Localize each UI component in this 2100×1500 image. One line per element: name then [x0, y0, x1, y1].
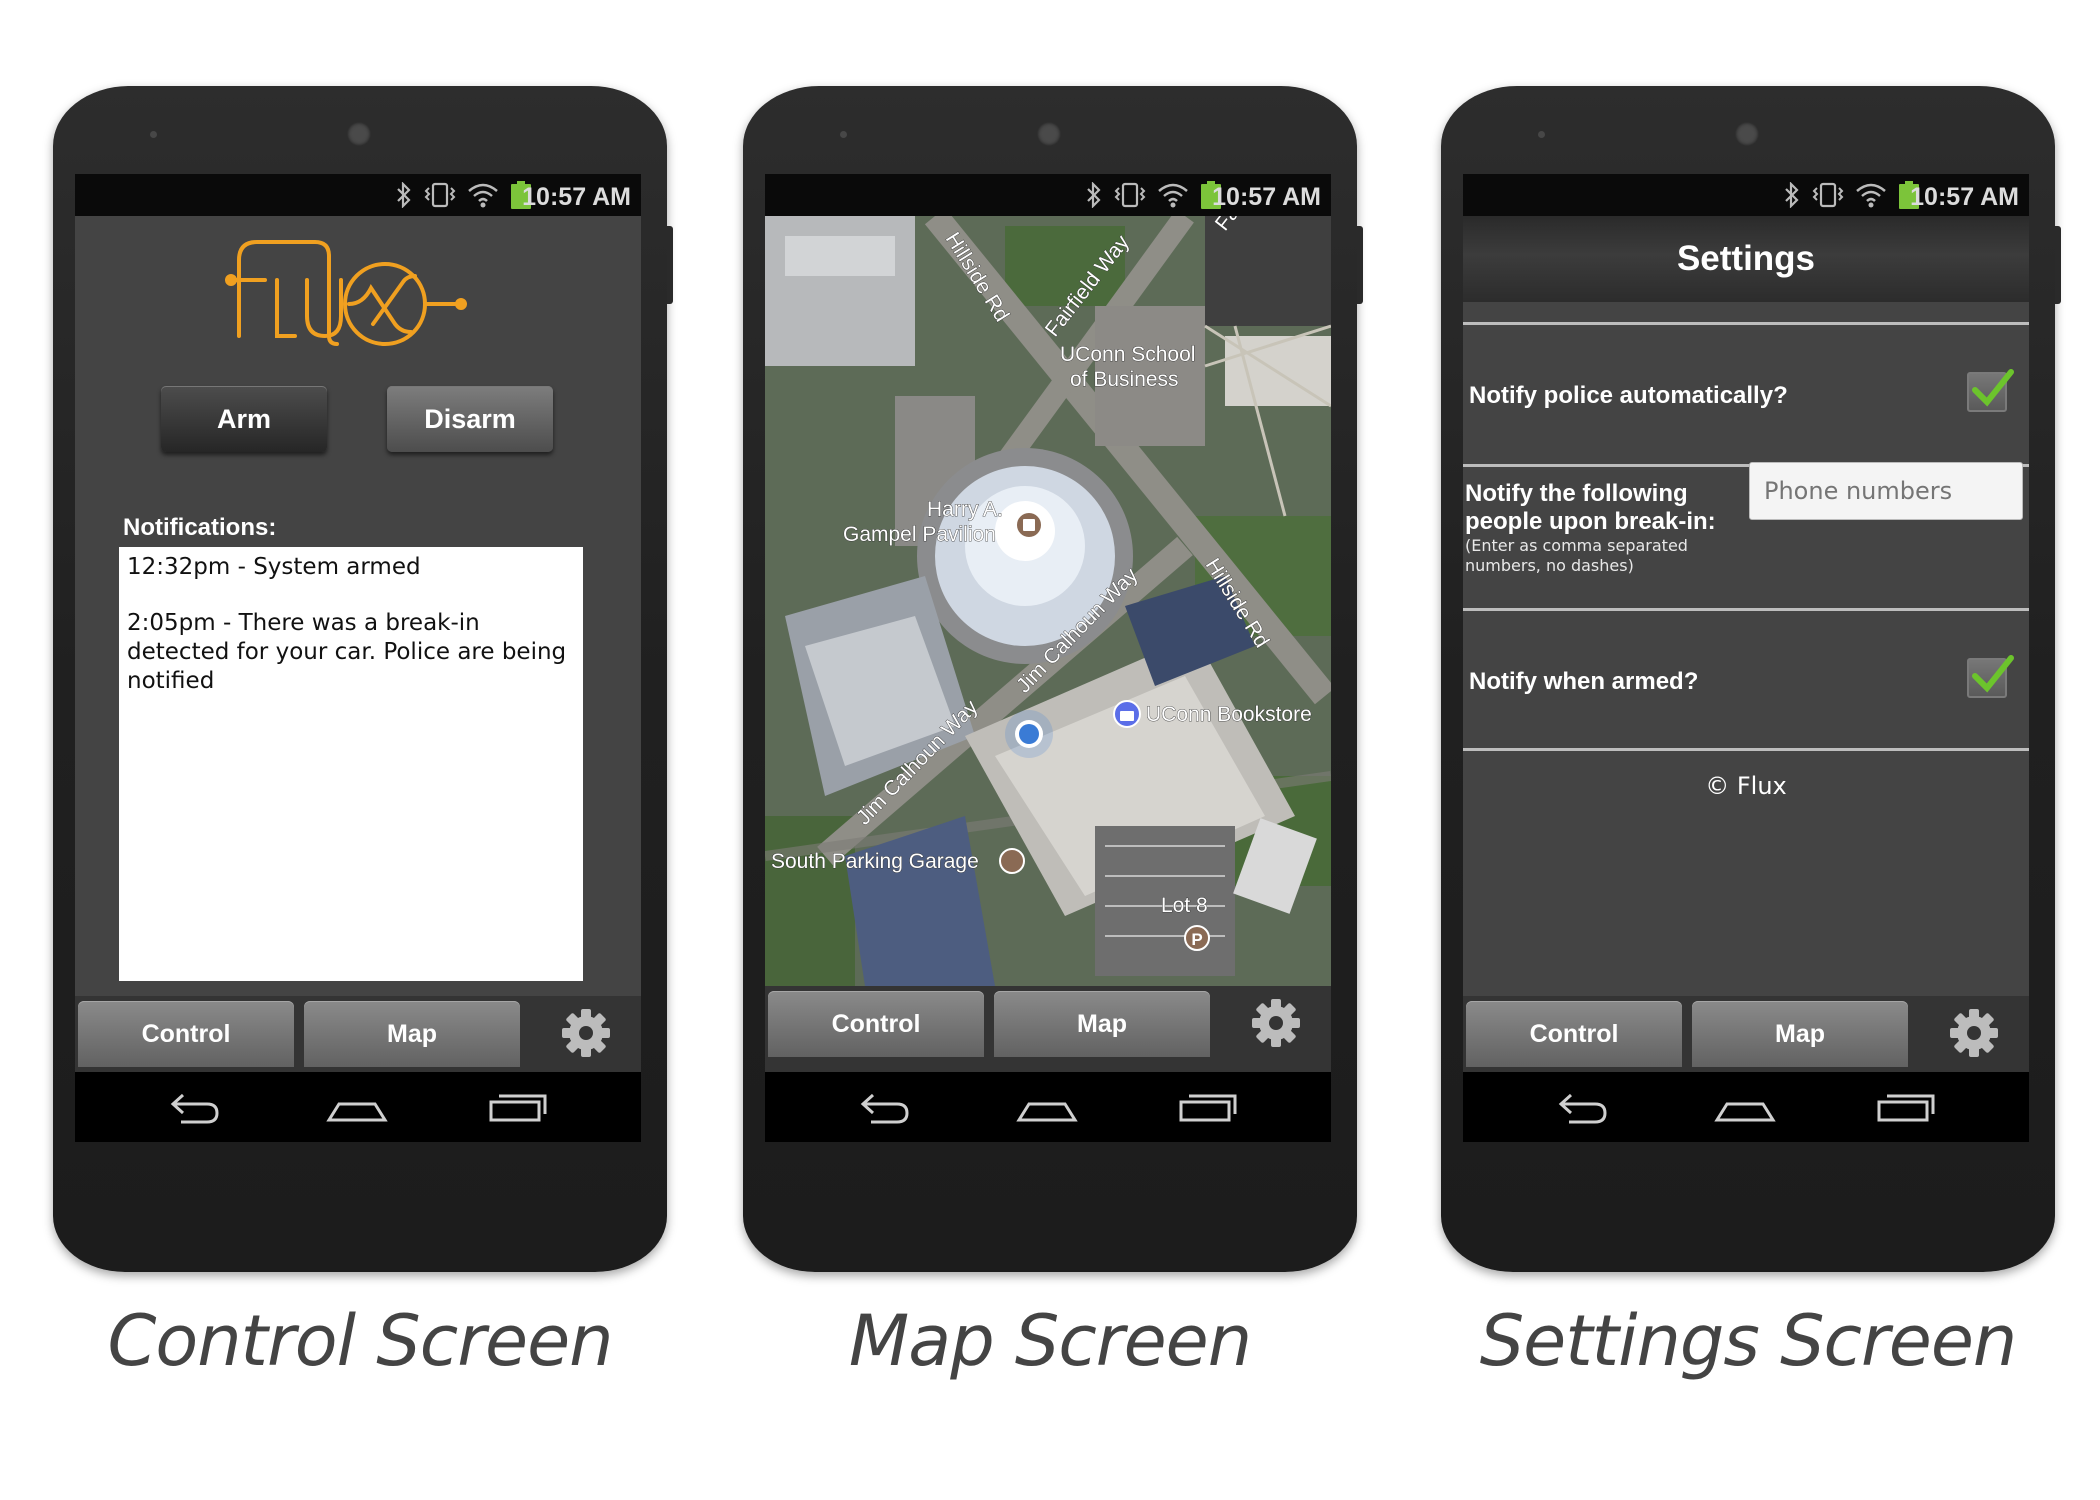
- bottom-tab-bar: Control Map: [75, 996, 641, 1072]
- parking-marker: P: [1191, 930, 1202, 949]
- tab-map[interactable]: Map: [304, 1001, 520, 1067]
- clock: 10:57 AM: [1212, 183, 1321, 211]
- divider: [1463, 748, 2029, 751]
- bluetooth-icon: [397, 182, 411, 208]
- recents-icon[interactable]: [487, 1084, 551, 1128]
- vibrate-icon: [1812, 182, 1844, 208]
- flux-logo: [225, 240, 467, 346]
- notify-people-hint: (Enter as comma separated numbers, no da…: [1465, 536, 1688, 575]
- location-dot-icon: [1019, 724, 1039, 744]
- map-label-school-line2: of Business: [1070, 368, 1179, 391]
- status-bar: 10:57 AM: [75, 174, 641, 216]
- map-screen: 10:57 AM P Hillside Rd Fairfield Way Fa …: [765, 174, 1331, 1142]
- status-bar: 10:57 AM: [765, 174, 1331, 216]
- front-camera: [1037, 122, 1061, 146]
- divider: [1463, 322, 2029, 325]
- tab-control[interactable]: Control: [78, 1001, 294, 1067]
- gear-icon[interactable]: [1947, 1006, 2001, 1060]
- disarm-button[interactable]: Disarm: [387, 386, 553, 452]
- map-label-school-line1: UConn School: [1060, 343, 1195, 366]
- front-camera: [347, 122, 371, 146]
- map-label-parking-garage: South Parking Garage: [771, 850, 979, 873]
- recents-icon[interactable]: [1875, 1084, 1939, 1128]
- notify-police-checkbox[interactable]: [1967, 369, 2014, 412]
- gear-icon[interactable]: [559, 1006, 613, 1060]
- tab-map[interactable]: Map: [994, 991, 1210, 1057]
- vibrate-icon: [1114, 182, 1146, 208]
- checkmark-icon: [1972, 369, 2014, 407]
- front-camera: [1735, 122, 1759, 146]
- system-nav-bar: [1463, 1072, 2029, 1142]
- sensor-dot: [1538, 131, 1545, 138]
- phone-control: 10:57 AM Arm Disarm Notifications: 12:32…: [53, 86, 673, 1272]
- tab-control[interactable]: Control: [1466, 1001, 1682, 1067]
- wifi-icon: [1158, 183, 1188, 208]
- notify-armed-checkbox[interactable]: [1967, 655, 2014, 698]
- sensor-dot: [840, 131, 847, 138]
- bottom-tab-bar: Control Map: [765, 986, 1331, 1072]
- phone-numbers-input[interactable]: [1749, 462, 2023, 520]
- recents-icon[interactable]: [1177, 1084, 1241, 1128]
- divider: [1463, 608, 2029, 611]
- phone-map: 10:57 AM P Hillside Rd Fairfield Way Fa …: [743, 86, 1363, 1272]
- caption-settings: Settings Screen: [1479, 1300, 2018, 1382]
- bluetooth-icon: [1087, 182, 1101, 208]
- tab-control[interactable]: Control: [768, 991, 984, 1057]
- caption-control: Control Screen: [107, 1300, 613, 1382]
- power-button: [667, 226, 673, 304]
- home-icon[interactable]: [1015, 1084, 1079, 1128]
- map-label-lot: Lot 8: [1161, 894, 1208, 917]
- caption-map: Map Screen: [848, 1300, 1252, 1382]
- back-icon[interactable]: [1551, 1084, 1611, 1128]
- wifi-icon: [1856, 183, 1886, 208]
- map-label-pavilion-line2: Gampel Pavilion: [843, 523, 996, 546]
- phone-settings: 10:57 AM Settings Notify police automati…: [1441, 86, 2061, 1272]
- arm-button[interactable]: Arm: [161, 386, 327, 452]
- map-label-pavilion-line1: Harry A.: [927, 498, 1003, 521]
- clock: 10:57 AM: [522, 183, 631, 211]
- vibrate-icon: [424, 182, 456, 208]
- power-button: [1357, 226, 1363, 304]
- notification-item: 2:05pm - There was a break-in detected f…: [127, 610, 567, 694]
- satellite-map[interactable]: P Hillside Rd Fairfield Way Fa UConn Sch…: [765, 216, 1331, 986]
- copyright-text: © Flux: [1705, 772, 1787, 800]
- status-bar: 10:57 AM: [1463, 174, 2029, 216]
- system-nav-bar: [765, 1072, 1331, 1142]
- control-screen: 10:57 AM Arm Disarm Notifications: 12:32…: [75, 174, 641, 1142]
- back-icon[interactable]: [163, 1084, 223, 1128]
- tab-map[interactable]: Map: [1692, 1001, 1908, 1067]
- checkmark-icon: [1972, 655, 2014, 693]
- home-icon[interactable]: [1713, 1084, 1777, 1128]
- notify-armed-label: Notify when armed?: [1469, 668, 1699, 695]
- notifications-log: 12:32pm - System armed 2:05pm - There wa…: [119, 547, 583, 981]
- map-label-bookstore: UConn Bookstore: [1146, 703, 1312, 726]
- home-icon[interactable]: [325, 1084, 389, 1128]
- sensor-dot: [150, 131, 157, 138]
- wifi-icon: [468, 183, 498, 208]
- page-title: Settings: [1463, 216, 2029, 302]
- notifications-label: Notifications:: [123, 514, 277, 541]
- gear-icon[interactable]: [1249, 996, 1303, 1050]
- system-nav-bar: [75, 1072, 641, 1142]
- back-icon[interactable]: [853, 1084, 913, 1128]
- clock: 10:57 AM: [1910, 183, 2019, 211]
- notify-people-line1: Notify the following: [1465, 480, 1688, 507]
- bottom-tab-bar: Control Map: [1463, 996, 2029, 1072]
- bluetooth-icon: [1785, 182, 1799, 208]
- settings-screen: 10:57 AM Settings Notify police automati…: [1463, 174, 2029, 1142]
- notify-police-label: Notify police automatically?: [1469, 382, 1788, 409]
- notify-people-line2: people upon break-in:: [1465, 508, 1716, 535]
- power-button: [2055, 226, 2061, 304]
- notification-item: 12:32pm - System armed: [127, 554, 421, 580]
